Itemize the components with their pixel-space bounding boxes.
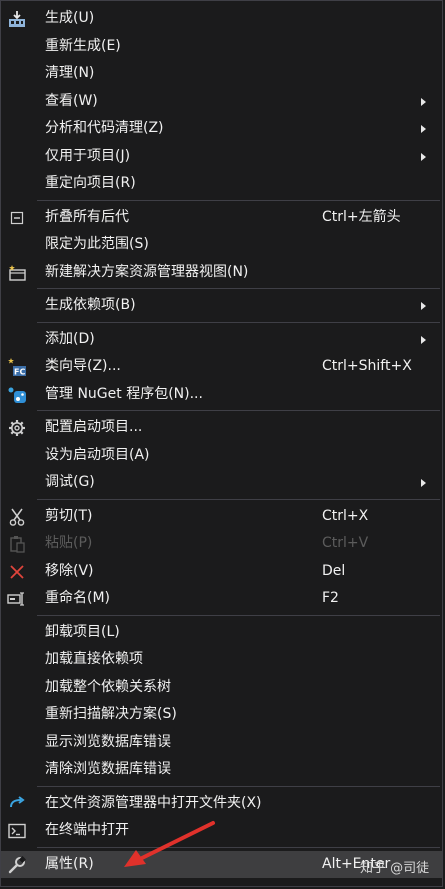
menu-item-25[interactable]: 重命名(M) F2 <box>1 585 442 613</box>
menu-item-label: 生成依赖项(B) <box>45 297 136 313</box>
menu-item-shortcut: Ctrl+V <box>322 535 369 551</box>
cut-icon <box>7 507 27 527</box>
menu-item-label: 类向导(Z)... <box>45 358 121 374</box>
menu-item-28[interactable]: 加载直接依赖项 <box>1 646 442 674</box>
collapse-icon <box>7 208 27 228</box>
menu-item-16[interactable]: 管理 NuGet 程序包(N)... <box>1 381 442 409</box>
menu-item-label: 限定为此范围(S) <box>45 236 149 252</box>
menu-item-label: 卸载项目(L) <box>45 623 120 640</box>
menu-item-label: 调试(G) <box>45 474 95 490</box>
menu-item-label: 重新扫描解决方案(S) <box>45 706 177 722</box>
menu-item-shortcut: F2 <box>322 590 339 606</box>
menu-item-20[interactable]: 调试(G) <box>1 469 442 497</box>
menu-item-10[interactable]: 新建解决方案资源管理器视图(N) <box>1 259 442 287</box>
menu-item-label: 配置启动项目... <box>45 419 143 435</box>
submenu-arrow-icon <box>421 125 426 133</box>
wrench-icon <box>7 855 27 875</box>
submenu-arrow-icon <box>421 479 426 487</box>
menu-item-label: 移除(V) <box>45 562 94 579</box>
class-wizard-icon: FC <box>7 357 27 377</box>
menu-item-label: 加载直接依赖项 <box>45 651 143 667</box>
menu-item-22[interactable]: 剪切(T) Ctrl+X <box>1 503 442 531</box>
menu-item-label: 管理 NuGet 程序包(N)... <box>45 385 203 402</box>
menu-item-32[interactable]: 清除浏览数据库错误 <box>1 756 442 784</box>
menu-item-35[interactable]: 在终端中打开 <box>1 817 442 845</box>
menu-item-1[interactable]: 重新生成(E) <box>1 33 442 61</box>
new-view-icon <box>7 263 27 283</box>
menu-item-0[interactable]: 生成(U) <box>1 5 442 33</box>
menu-item-5[interactable]: 仅用于项目(J) <box>1 143 442 171</box>
open-folder-icon <box>7 794 27 814</box>
menu-item-label: 属性(R) <box>45 855 94 872</box>
menu-item-label: 添加(D) <box>45 330 95 347</box>
nuget-icon <box>7 385 27 405</box>
menu-item-shortcut: Ctrl+X <box>322 507 369 524</box>
gear-icon <box>7 418 27 438</box>
menu-item-label: 分析和代码清理(Z) <box>45 120 164 136</box>
menu-item-label: 剪切(T) <box>45 507 93 524</box>
menu-item-12[interactable]: 生成依赖项(B) <box>1 292 442 320</box>
menu-item-label: 加载整个依赖关系树 <box>45 678 171 695</box>
submenu-arrow-icon <box>421 97 426 106</box>
remove-icon <box>7 562 27 582</box>
menu-item-24[interactable]: 移除(V) Del <box>1 558 442 586</box>
menu-item-label: 重新生成(E) <box>45 37 121 54</box>
menu-item-label: 新建解决方案资源管理器视图(N) <box>45 263 249 280</box>
menu-item-8[interactable]: 折叠所有后代 Ctrl+左箭头 <box>1 204 442 232</box>
menu-item-18[interactable]: 配置启动项目... <box>1 414 442 442</box>
menu-item-label: 仅用于项目(J) <box>45 147 131 164</box>
menu-item-2[interactable]: 清理(N) <box>1 60 442 88</box>
menu-item-label: 折叠所有后代 <box>45 208 129 225</box>
menu-item-9[interactable]: 限定为此范围(S) <box>1 231 442 259</box>
menu-item-shortcut: Ctrl+Shift+X <box>322 358 412 374</box>
menu-item-label: 重命名(M) <box>45 590 111 606</box>
menu-item-label: 粘贴(P) <box>45 535 93 551</box>
menu-item-14[interactable]: 添加(D) <box>1 326 442 354</box>
build-icon <box>7 9 27 29</box>
rename-icon <box>7 589 27 609</box>
submenu-arrow-icon <box>421 335 426 344</box>
menu-item-label: 在文件资源管理器中打开文件夹(X) <box>45 794 262 811</box>
menu-item-19[interactable]: 设为启动项目(A) <box>1 442 442 470</box>
terminal-icon <box>7 821 27 841</box>
menu-item-label: 显示浏览数据库错误 <box>45 733 171 750</box>
menu-item-30[interactable]: 重新扫描解决方案(S) <box>1 701 442 729</box>
menu-item-3[interactable]: 查看(W) <box>1 88 442 116</box>
menu-item-15[interactable]: FC 类向导(Z)... Ctrl+Shift+X <box>1 353 442 381</box>
menu-item-6[interactable]: 重定向项目(R) <box>1 170 442 198</box>
menu-item-label: 查看(W) <box>45 92 98 109</box>
context-menu: 生成(U) 重新生成(E) 清理(N) 查看(W) 分析和代码清理(Z) 仅用于项目(J)… <box>0 0 443 887</box>
submenu-arrow-icon <box>421 302 426 310</box>
menu-item-label: 设为启动项目(A) <box>45 446 150 463</box>
menu-item-label: 在终端中打开 <box>45 822 129 838</box>
svg-text:FC: FC <box>14 368 25 377</box>
submenu-arrow-icon <box>421 152 426 161</box>
menu-item-label: 重定向项目(R) <box>45 175 136 191</box>
menu-item-label: 生成(U) <box>45 10 95 26</box>
menu-item-27[interactable]: 卸载项目(L) <box>1 619 442 647</box>
watermark: 知乎 @司徒 <box>360 861 430 876</box>
menu-item-shortcut: Del <box>322 562 346 579</box>
menu-item-31[interactable]: 显示浏览数据库错误 <box>1 729 442 757</box>
menu-item-label: 清理(N) <box>45 65 95 81</box>
paste-icon <box>7 534 27 554</box>
menu-item-label: 清除浏览数据库错误 <box>45 761 171 777</box>
menu-item-23: 粘贴(P) Ctrl+V <box>1 530 442 558</box>
menu-item-shortcut: Ctrl+左箭头 <box>322 208 401 225</box>
menu-item-34[interactable]: 在文件资源管理器中打开文件夹(X) <box>1 790 442 818</box>
menu-item-29[interactable]: 加载整个依赖关系树 <box>1 674 442 702</box>
menu-item-4[interactable]: 分析和代码清理(Z) <box>1 115 442 143</box>
